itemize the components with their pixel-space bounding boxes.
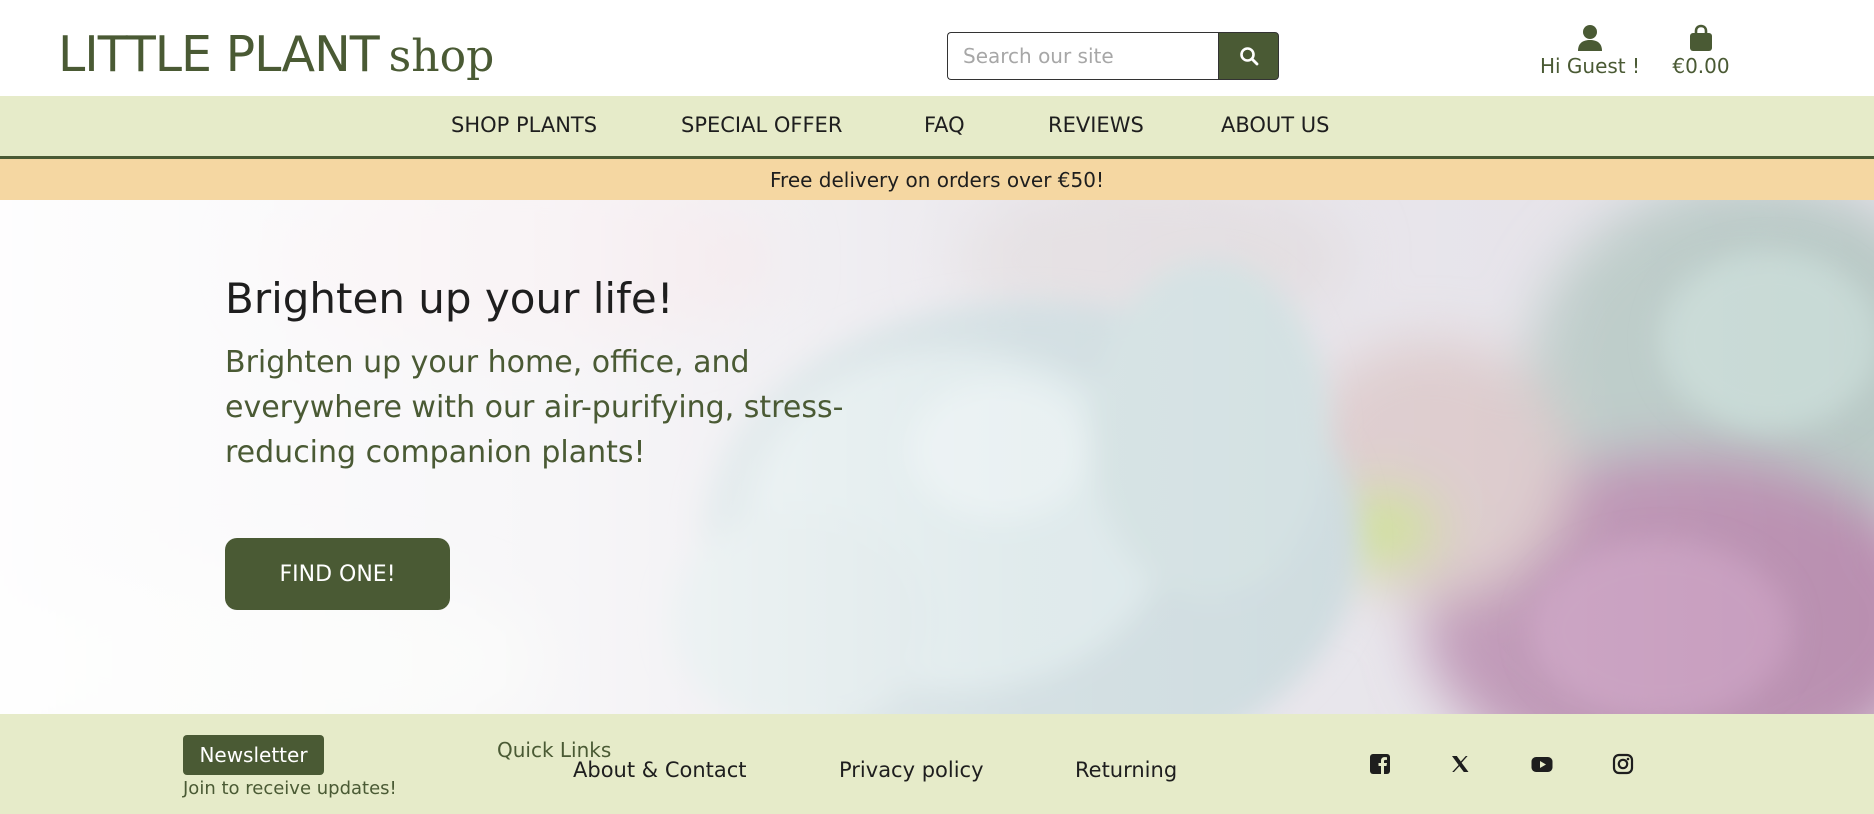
hero-section: Brighten up your life! Brighten up your … <box>0 200 1874 714</box>
footer-link-privacy-policy[interactable]: Privacy policy <box>839 758 984 782</box>
search-input[interactable] <box>947 32 1219 80</box>
newsletter-note: Join to receive updates! <box>183 778 397 799</box>
logo-sub-text: shop <box>388 31 495 82</box>
account-label: Hi Guest ! <box>1539 54 1641 78</box>
footer-link-about-contact[interactable]: About & Contact <box>573 758 747 782</box>
shopping-bag-link[interactable]: €0.00 <box>1666 24 1736 78</box>
search-form <box>947 32 1279 80</box>
delivery-banner: Free delivery on orders over €50! <box>0 159 1874 200</box>
shopping-bag-icon <box>1690 24 1712 51</box>
site-logo[interactable]: LITTLE PLANT shop <box>58 26 494 83</box>
hero-text: Brighten up your home, office, and every… <box>225 345 844 470</box>
site-footer: Newsletter Join to receive updates! Quic… <box>0 714 1874 814</box>
facebook-icon[interactable] <box>1369 753 1391 775</box>
nav-item-special-offer[interactable]: SPECIAL OFFER <box>681 113 842 137</box>
search-icon <box>1239 47 1258 66</box>
youtube-icon[interactable] <box>1531 753 1553 775</box>
delivery-banner-text: Free delivery on orders over €50! <box>770 167 1104 192</box>
user-icon <box>1578 25 1602 51</box>
site-header: LITTLE PLANTshop Hi Guest ! €0.00 <box>0 0 1874 96</box>
nav-item-about-us[interactable]: ABOUT US <box>1221 113 1330 137</box>
search-button[interactable] <box>1218 32 1279 80</box>
nav-item-faq[interactable]: FAQ <box>924 113 965 137</box>
instagram-icon[interactable] <box>1612 753 1634 775</box>
newsletter-button[interactable]: Newsletter <box>183 735 324 775</box>
bag-total: €0.00 <box>1672 54 1730 78</box>
logo-main-text: LITTLE PLANT <box>58 26 380 83</box>
main-nav: SHOP PLANTS SPECIAL OFFER FAQ REVIEWS AB… <box>0 96 1874 159</box>
account-link[interactable]: Hi Guest ! <box>1536 24 1644 78</box>
hero-title: Brighten up your life! <box>225 274 674 323</box>
nav-item-reviews[interactable]: REVIEWS <box>1048 113 1144 137</box>
x-twitter-icon[interactable] <box>1449 753 1471 775</box>
find-one-button[interactable]: FIND ONE! <box>225 538 450 610</box>
footer-link-returning[interactable]: Returning <box>1075 758 1177 782</box>
nav-item-shop-plants[interactable]: SHOP PLANTS <box>451 113 597 137</box>
